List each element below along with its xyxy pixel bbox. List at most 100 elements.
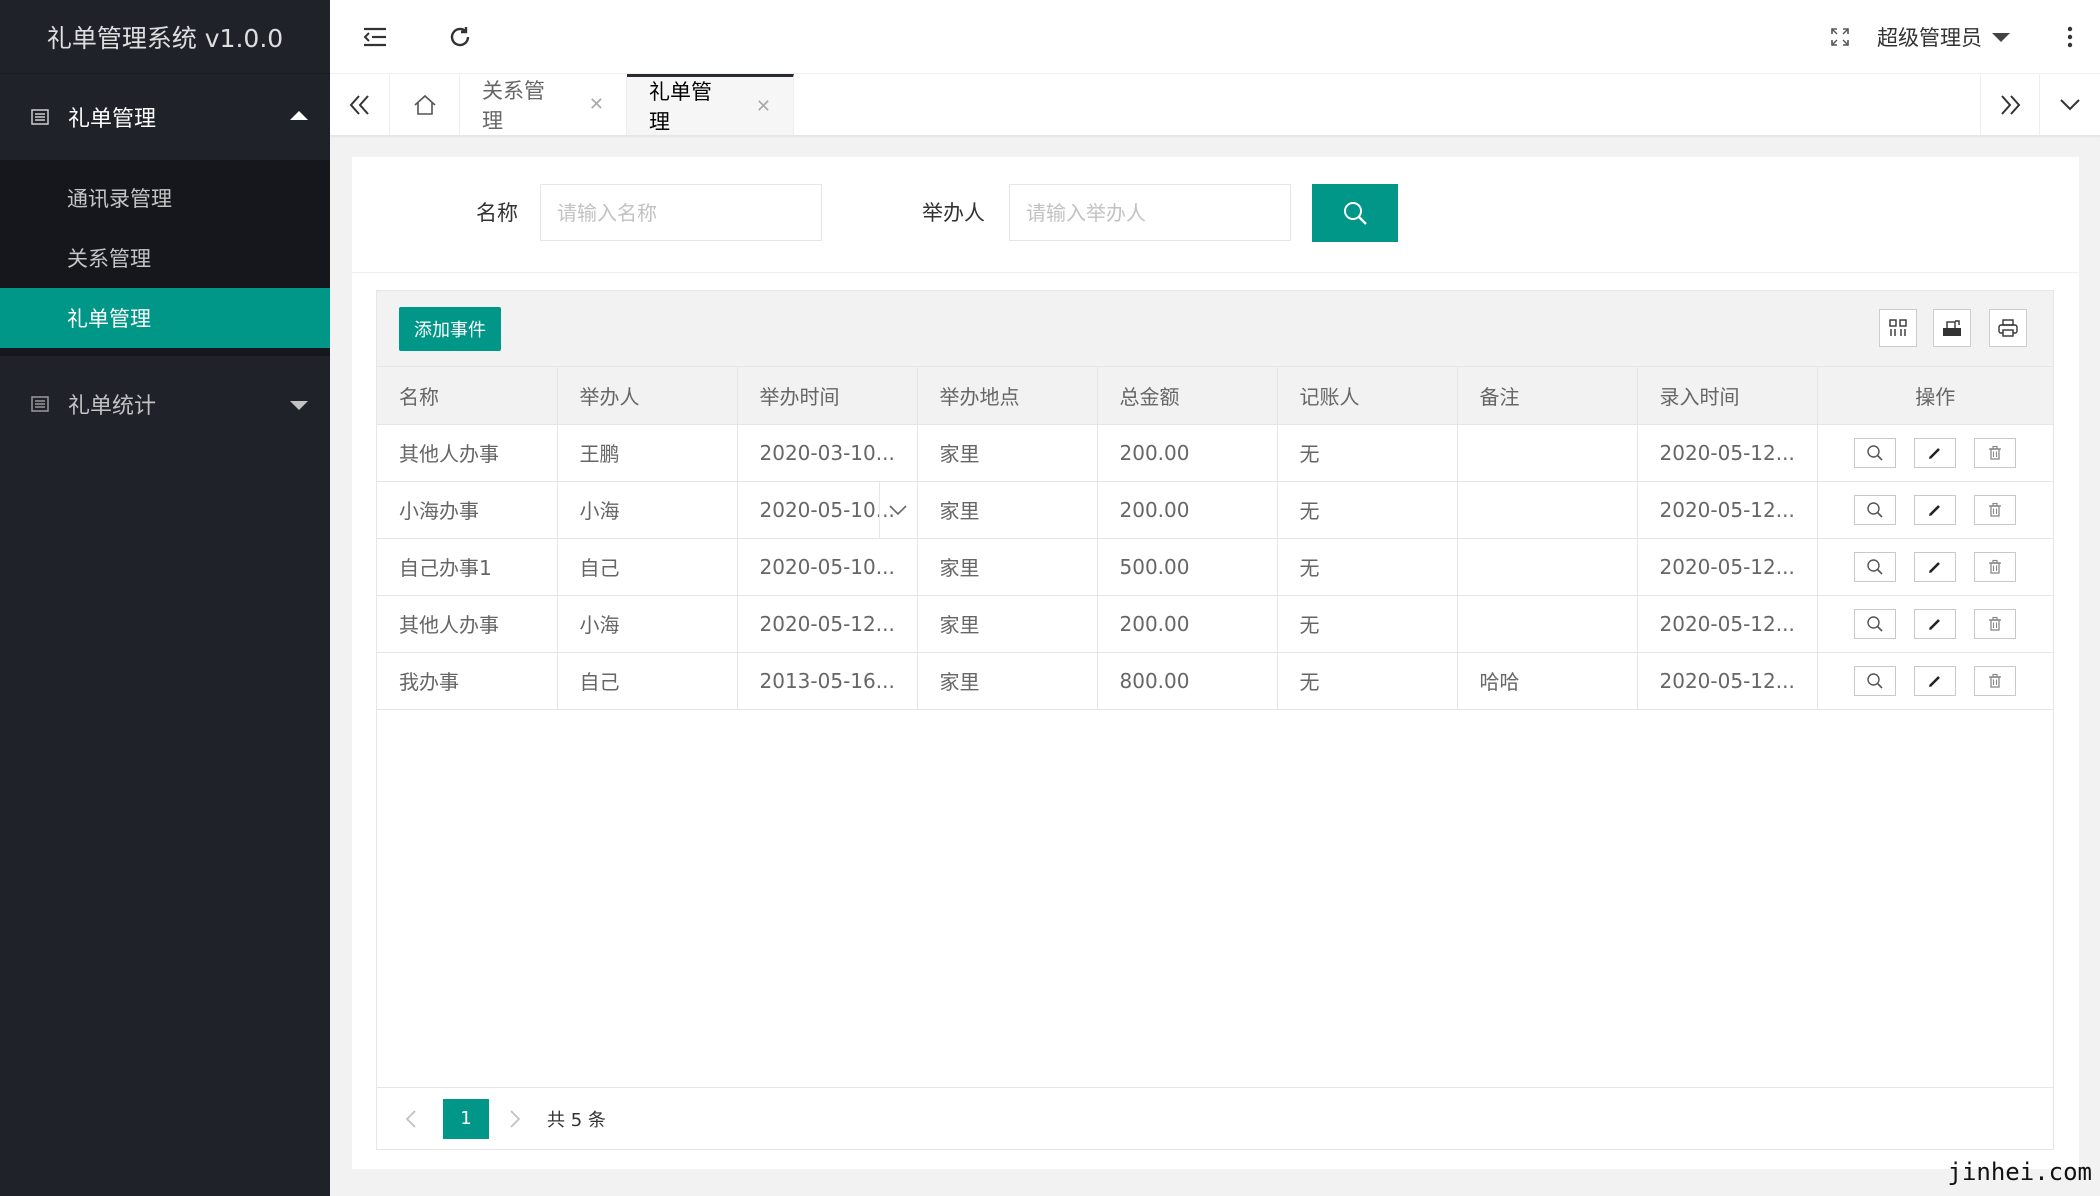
fullscreen-button[interactable]: [1810, 0, 1870, 74]
table-cell: 自己: [557, 652, 738, 710]
edit-button[interactable]: [1914, 494, 1957, 525]
edit-icon: [1929, 618, 1941, 630]
delete-button[interactable]: [1974, 494, 2017, 525]
column-header[interactable]: 备注: [1457, 367, 1638, 425]
edit-button[interactable]: [1914, 665, 1957, 696]
data-table-container: 添加事件 名称 举办人 举办时间 举办地点 总金额 记账人 备注 录入时间 操作…: [376, 290, 2054, 1150]
table-row[interactable]: 自己办事1 自己 2020-05-10... 家里 500.00 无 2020-05-12.…: [377, 538, 2053, 596]
nav-head-gift-stats[interactable]: 礼单统计: [0, 356, 330, 452]
row-actions: [1817, 424, 2053, 482]
next-page-button[interactable]: [501, 1105, 529, 1133]
column-header[interactable]: 举办人: [557, 367, 738, 425]
column-header-actions: 操作: [1817, 367, 2053, 425]
caret-down-icon: [1992, 32, 2010, 42]
tab-gift-list[interactable]: 礼单管理 ✕: [627, 74, 794, 135]
view-icon: [1867, 672, 1883, 689]
column-header[interactable]: 举办时间: [737, 367, 918, 425]
edit-button[interactable]: [1914, 551, 1957, 582]
delete-button[interactable]: [1974, 608, 2017, 639]
table-cell: [1457, 595, 1638, 653]
name-input[interactable]: [540, 184, 822, 241]
table-cell[interactable]: 2020-05-10...: [737, 481, 918, 539]
table-row[interactable]: 其他人办事 小海 2020-05-12... 家里 200.00 无 2020-05-12.…: [377, 595, 2053, 653]
sidebar-item-relations[interactable]: 关系管理: [0, 228, 330, 288]
delete-button[interactable]: [1974, 437, 2017, 468]
table-row[interactable]: 其他人办事 王鹏 2020-03-10... 家里 200.00 无 2020-05-12.…: [377, 424, 2053, 482]
close-icon[interactable]: ✕: [589, 94, 604, 115]
trash-icon: [1989, 616, 2002, 631]
add-event-button[interactable]: 添加事件: [399, 307, 501, 351]
table-cell: 哈哈: [1457, 652, 1638, 710]
column-header[interactable]: 总金额: [1097, 367, 1278, 425]
table-cell: 2020-05-10...: [737, 538, 918, 596]
tab-scroll-left-button[interactable]: [330, 74, 390, 135]
table-cell: 800.00: [1097, 652, 1278, 710]
column-header[interactable]: 录入时间: [1637, 367, 1818, 425]
table-cell: 其他人办事: [377, 424, 558, 482]
table-row[interactable]: 我办事 自己 2013-05-16... 家里 800.00 无哈哈 2020-05-12.…: [377, 652, 2053, 710]
refresh-button[interactable]: [425, 0, 495, 74]
current-page[interactable]: 1: [443, 1098, 489, 1139]
table-cell: 2020-05-12...: [1637, 538, 1818, 596]
column-header[interactable]: 举办地点: [917, 367, 1098, 425]
main-content: 名称 举办人 添加事件 名称 举办人 举办时间: [352, 157, 2079, 1169]
user-menu[interactable]: 超级管理员: [1877, 0, 2010, 74]
table-cell: 无: [1277, 595, 1458, 653]
tab-dropdown-button[interactable]: [2040, 74, 2100, 135]
menu-toggle-button[interactable]: [340, 0, 410, 74]
table-cell: 自己办事1: [377, 538, 558, 596]
prev-page-button[interactable]: [397, 1105, 425, 1133]
table-cell: 家里: [917, 481, 1098, 539]
view-button[interactable]: [1854, 608, 1897, 639]
tab-home[interactable]: [390, 74, 460, 135]
export-button[interactable]: [1933, 309, 1971, 347]
table-cell: 自己: [557, 538, 738, 596]
print-icon: [1998, 319, 2018, 337]
view-button[interactable]: [1854, 551, 1897, 582]
view-icon: [1867, 501, 1883, 518]
edit-button[interactable]: [1914, 608, 1957, 639]
view-button[interactable]: [1854, 665, 1897, 696]
search-icon: [1344, 202, 1367, 225]
host-input[interactable]: [1009, 184, 1291, 241]
table-cell: 王鹏: [557, 424, 738, 482]
column-filter-button[interactable]: [1879, 309, 1917, 347]
column-header[interactable]: 记账人: [1277, 367, 1458, 425]
user-name: 超级管理员: [1877, 26, 1982, 50]
more-button[interactable]: [2040, 0, 2100, 74]
search-form: 名称 举办人: [352, 157, 2079, 273]
export-icon: [1943, 320, 1961, 336]
home-icon: [413, 94, 436, 115]
edit-icon: [1929, 675, 1941, 687]
print-button[interactable]: [1989, 309, 2027, 347]
close-icon[interactable]: ✕: [756, 96, 771, 117]
row-actions: [1817, 652, 2053, 710]
view-icon: [1867, 558, 1883, 575]
tab-scroll-right-button[interactable]: [1980, 74, 2040, 135]
table-cell: 2020-03-10...: [737, 424, 918, 482]
view-icon: [1867, 615, 1883, 632]
name-label: 名称: [476, 201, 518, 225]
edit-button[interactable]: [1914, 437, 1957, 468]
search-button[interactable]: [1312, 184, 1398, 242]
view-button[interactable]: [1854, 494, 1897, 525]
delete-button[interactable]: [1974, 665, 2017, 696]
list-icon: [31, 109, 49, 125]
refresh-icon: [450, 27, 470, 47]
table-cell: 无: [1277, 538, 1458, 596]
table-cell: [1457, 481, 1638, 539]
chevron-down-icon: [2060, 98, 2080, 110]
nav-head-gift-management[interactable]: 礼单管理: [0, 74, 330, 160]
view-button[interactable]: [1854, 437, 1897, 468]
chevron-down-icon[interactable]: [878, 481, 917, 537]
sidebar-item-gift-list[interactable]: 礼单管理: [0, 288, 330, 348]
sidebar-item-contacts[interactable]: 通讯录管理: [0, 168, 330, 228]
table-cell: 2020-05-12...: [1637, 424, 1818, 482]
row-actions: [1817, 481, 2053, 539]
table-row[interactable]: 小海办事 小海 2020-05-10... 家里 200.00 无 2020-05-12..…: [377, 481, 2053, 539]
tab-label: 关系管理: [482, 78, 545, 133]
delete-button[interactable]: [1974, 551, 2017, 582]
column-header[interactable]: 名称: [377, 367, 558, 425]
tab-relations[interactable]: 关系管理 ✕: [460, 74, 627, 135]
list-icon: [31, 396, 49, 412]
